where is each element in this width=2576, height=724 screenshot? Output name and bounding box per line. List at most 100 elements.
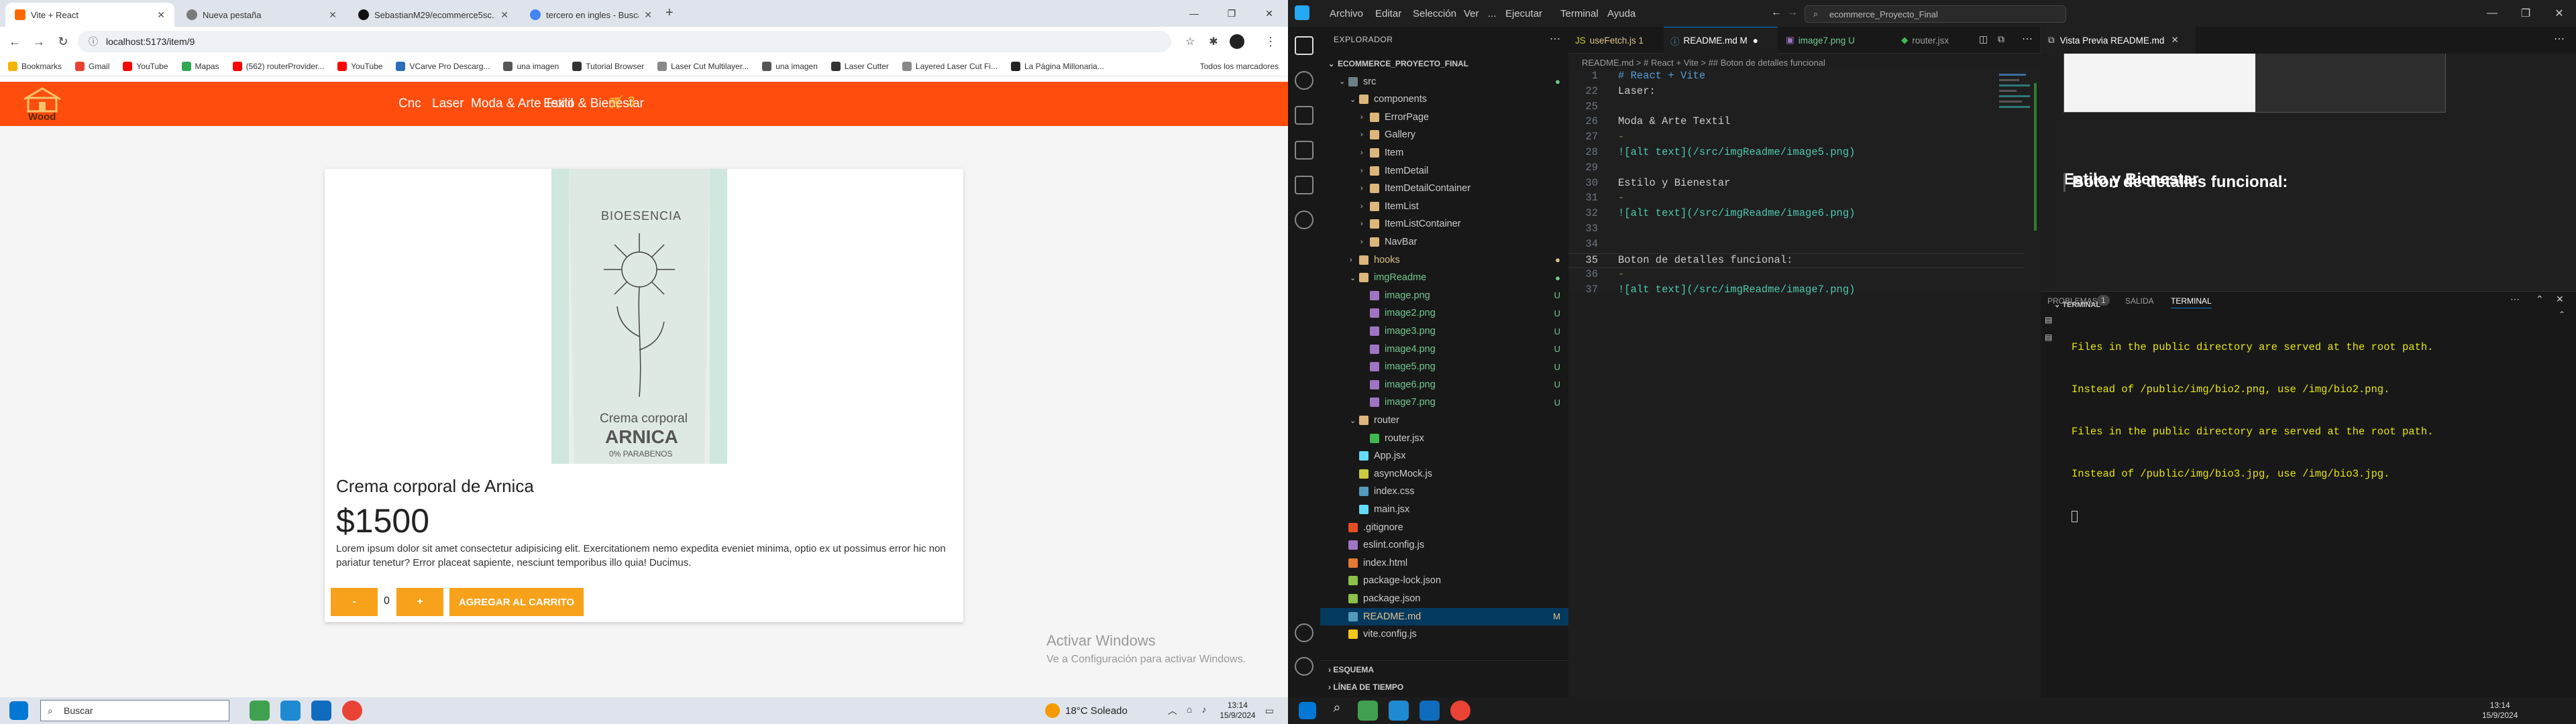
notifications-icon[interactable]: ▭ — [1265, 705, 1274, 717]
editor-tab-readme[interactable]: ⓘ README.md M ● — [1664, 27, 1778, 54]
code-editor[interactable]: 1 # React + Vite 22 Laser: 25 26 Moda & Arte T… — [1568, 70, 2041, 296]
bookmark-item[interactable]: Laser Cutter — [830, 61, 889, 71]
tree-folder[interactable]: › NavBar — [1320, 233, 1568, 251]
bookmark-item[interactable]: una imagen — [762, 61, 818, 71]
more-actions-icon[interactable]: ⋯ — [2022, 32, 2033, 46]
forward-icon[interactable]: → — [30, 32, 48, 51]
outlook-icon[interactable] — [311, 701, 331, 721]
search-icon[interactable]: ⌕ — [1327, 701, 1347, 721]
add-to-cart-button[interactable]: AGREGAR AL CARRITO — [449, 588, 584, 616]
chrome-icon[interactable] — [342, 701, 362, 721]
tree-file[interactable]: image5.png U — [1320, 358, 1568, 375]
tree-file[interactable]: asyncMock.js — [1320, 465, 1568, 483]
tree-file[interactable]: eslint.config.js — [1320, 536, 1568, 554]
tree-file[interactable]: package.json — [1320, 590, 1568, 607]
increase-quantity-button[interactable]: + — [396, 588, 443, 616]
bookmark-item[interactable]: YouTube — [123, 61, 168, 71]
forward-icon[interactable]: → — [1787, 7, 1798, 19]
app-icon[interactable] — [1358, 701, 1378, 721]
tab-terminal[interactable]: TERMINAL — [2171, 296, 2212, 308]
close-icon[interactable]: ✕ — [2171, 35, 2178, 46]
bookmark-item[interactable]: una imagen — [503, 61, 559, 71]
tree-folder[interactable]: › Gallery — [1320, 126, 1568, 143]
bookmark-item[interactable]: (562) routerProvider... — [232, 61, 324, 71]
gear-icon[interactable] — [1295, 657, 1313, 676]
close-window-icon[interactable]: ✕ — [1250, 0, 1288, 27]
back-icon[interactable]: ← — [5, 32, 24, 51]
menu-item[interactable]: Editar — [1375, 8, 1401, 19]
site-logo[interactable]: Wood — [19, 86, 66, 123]
back-icon[interactable]: ← — [1771, 7, 1782, 19]
tree-file[interactable]: image6.png U — [1320, 376, 1568, 394]
terminal-icon[interactable]: ▤ — [2045, 315, 2052, 324]
remote-icon[interactable] — [1295, 210, 1313, 229]
outlook-icon[interactable] — [1419, 701, 1440, 721]
tree-file[interactable]: vite.config.js — [1320, 625, 1568, 643]
site-info-icon[interactable]: ⓘ — [89, 35, 98, 48]
menu-item[interactable]: Ver — [1464, 8, 1479, 19]
menu-item[interactable]: Selección — [1413, 8, 1456, 19]
tree-folder[interactable]: › Item — [1320, 144, 1568, 162]
app-icon[interactable] — [250, 701, 270, 721]
profile-avatar[interactable] — [1228, 32, 1246, 51]
clock[interactable]: 13:14 15/9/2024 — [1220, 701, 1255, 721]
tree-file[interactable]: App.jsx — [1320, 447, 1568, 465]
tree-folder[interactable]: › ErrorPage — [1320, 109, 1568, 126]
tab-output[interactable]: SALIDA — [2125, 296, 2154, 306]
run-debug-icon[interactable] — [1295, 141, 1313, 160]
browser-tab[interactable]: tercero en ingles - Buscar con... ✕ — [521, 3, 661, 27]
tree-file[interactable]: index.css — [1320, 483, 1568, 500]
split-editor-icon[interactable]: ◫ — [1979, 34, 1988, 45]
close-icon[interactable]: ✕ — [157, 9, 165, 21]
terminal-output[interactable]: Files in the public directory are served… — [2072, 312, 2434, 550]
weather-text[interactable]: 18°C Soleado — [1065, 705, 1128, 717]
tree-file[interactable]: image7.png U — [1320, 394, 1568, 411]
outline-section[interactable]: › ESQUEMA — [1328, 665, 1374, 674]
tree-file[interactable]: image.png U — [1320, 287, 1568, 304]
minimize-icon[interactable]: — — [2475, 3, 2509, 24]
search-icon[interactable] — [1295, 71, 1313, 90]
command-center[interactable]: ⌕ ecommerce_Proyecto_Final — [1805, 5, 2066, 23]
windows-start-icon[interactable] — [9, 701, 28, 720]
timeline-section[interactable]: › LÍNEA DE TIEMPO — [1328, 682, 1403, 692]
browser-tab-active[interactable]: Vite + React ✕ — [5, 3, 174, 27]
bookmark-item[interactable]: YouTube — [337, 61, 382, 71]
menu-item[interactable]: Ayuda — [1607, 8, 1635, 19]
maximize-panel-icon[interactable]: ⌃ — [2536, 294, 2544, 305]
tree-file[interactable]: image2.png U — [1320, 304, 1568, 322]
weather-sun-icon[interactable] — [1045, 703, 1060, 718]
more-actions-icon[interactable]: ⋯ — [2510, 294, 2520, 305]
nav-link-cnc[interactable]: Cnc — [398, 97, 421, 111]
more-actions-icon[interactable]: ⋯ — [2554, 32, 2565, 46]
chrome-icon[interactable] — [1450, 701, 1470, 721]
close-icon[interactable]: ✕ — [329, 9, 337, 21]
windows-start-icon[interactable] — [1299, 702, 1316, 719]
address-bar[interactable]: ⓘ localhost:5173/item/9 — [78, 31, 1171, 52]
bookmark-item[interactable]: VCarve Pro Descarg... — [396, 61, 490, 71]
terminal-icon[interactable]: ▤ — [2045, 333, 2052, 342]
close-icon[interactable]: ✕ — [644, 9, 652, 21]
terminal-scroll-icon[interactable]: ⌃ — [2559, 310, 2567, 330]
maximize-icon[interactable]: ❐ — [1213, 0, 1250, 27]
tree-file[interactable]: main.jsx — [1320, 501, 1568, 518]
modified-dot-icon[interactable]: ● — [1753, 36, 1758, 46]
minimap[interactable] — [1994, 70, 2041, 291]
open-preview-icon[interactable]: ⧉ — [1998, 34, 2004, 45]
tree-folder[interactable]: › ItemDetailContainer — [1320, 180, 1568, 197]
nav-link-laser[interactable]: Laser — [432, 97, 464, 111]
cart-widget[interactable]: 🛒︎ 3 — [608, 94, 635, 111]
tree-folder[interactable]: › ItemDetail — [1320, 162, 1568, 180]
decrease-quantity-button[interactable]: - — [331, 588, 378, 616]
tree-folder[interactable]: › hooks ● — [1320, 251, 1568, 269]
menu-item[interactable]: Ejecutar — [1505, 8, 1542, 19]
reload-icon[interactable]: ↻ — [54, 32, 72, 51]
new-tab-button[interactable]: + — [665, 5, 674, 21]
editor-tab-image7[interactable]: ▣ image7.png U — [1779, 27, 1893, 54]
tree-folder[interactable]: ⌄ components — [1320, 90, 1568, 108]
tree-file[interactable]: package-lock.json — [1320, 572, 1568, 589]
bookmark-item[interactable]: La Página Millonaria... — [1010, 61, 1104, 71]
close-window-icon[interactable]: ✕ — [2542, 3, 2576, 24]
bookmark-item[interactable]: Laser Cut Multilayer... — [657, 61, 749, 71]
close-icon[interactable]: ✕ — [500, 9, 508, 21]
network-icon[interactable]: ⌂ — [1187, 704, 1192, 717]
